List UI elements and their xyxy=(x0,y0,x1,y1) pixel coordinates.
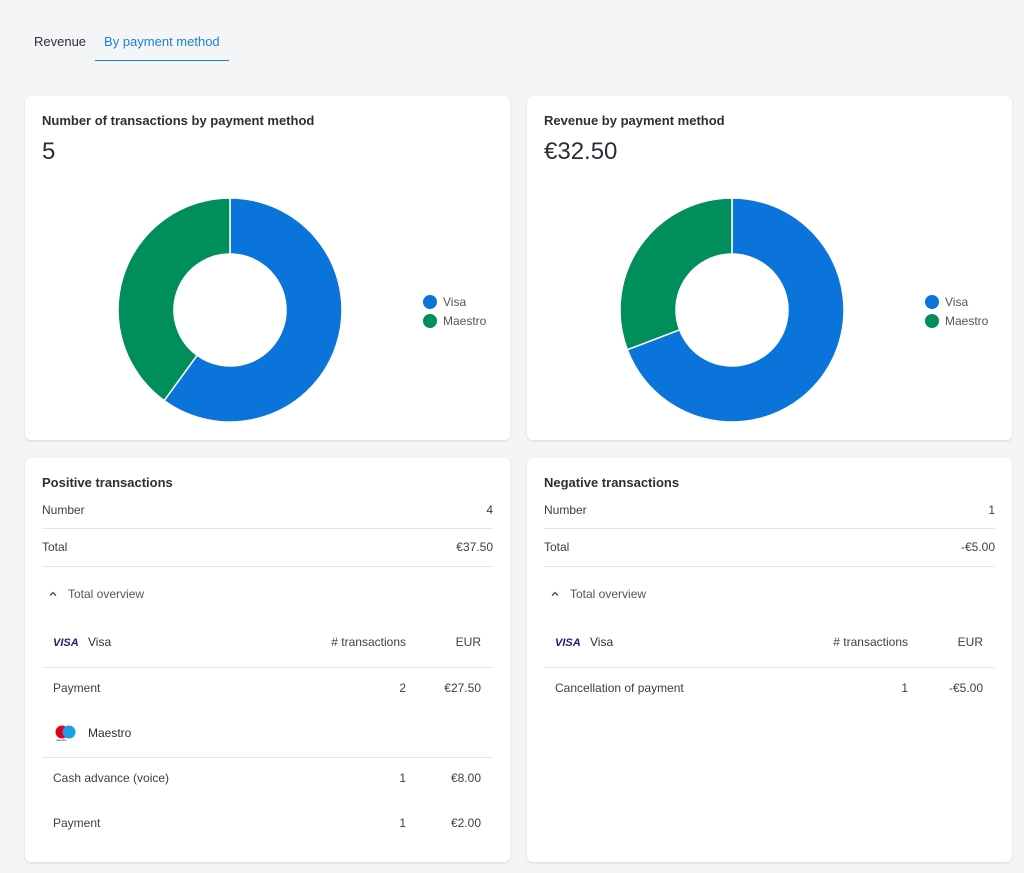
row-amount: €27.50 xyxy=(444,681,481,695)
legend-dot-visa xyxy=(925,294,939,309)
row-label: Number xyxy=(42,503,85,517)
chart-legend: Visa Maestro xyxy=(423,292,486,330)
divider xyxy=(544,667,995,668)
revenue-by-method-card: Revenue by payment method €32.50 Visa Ma… xyxy=(527,96,1012,440)
card-title: Number of transactions by payment method xyxy=(42,113,315,128)
legend-item-visa[interactable]: Visa xyxy=(925,292,988,311)
transactions-by-method-card: Number of transactions by payment method… xyxy=(25,96,510,440)
tab-bar: Revenue By payment method xyxy=(25,26,229,62)
svg-text:VISA: VISA xyxy=(53,637,79,649)
divider xyxy=(42,667,493,668)
divider xyxy=(42,528,493,529)
divider xyxy=(42,757,493,758)
chart-legend: Visa Maestro xyxy=(925,292,988,330)
negative-transactions-card: Negative transactions Number 1 Total -€5… xyxy=(527,458,1012,862)
svg-text:maestro: maestro xyxy=(56,738,67,742)
column-header-count: # transactions xyxy=(331,635,406,649)
table-row: Cancellation of payment 1 -€5.00 xyxy=(555,681,983,701)
legend-dot-maestro xyxy=(423,313,437,328)
card-title: Positive transactions xyxy=(42,475,173,490)
transactions-count: 5 xyxy=(42,138,56,165)
row-value: 1 xyxy=(988,503,995,517)
number-row: Number 1 xyxy=(544,503,995,517)
revenue-donut-chart xyxy=(619,197,845,423)
total-overview-toggle[interactable]: Total overview xyxy=(49,587,144,601)
row-label: Number xyxy=(544,503,587,517)
row-name: Cancellation of payment xyxy=(555,681,684,695)
brand-name: Visa xyxy=(88,635,112,649)
maestro-logo-icon: maestro xyxy=(55,725,76,742)
svg-text:VISA: VISA xyxy=(555,637,581,649)
card-title: Revenue by payment method xyxy=(544,113,725,128)
row-count: 1 xyxy=(901,681,908,695)
row-amount: -€5.00 xyxy=(948,681,983,695)
chevron-up-icon xyxy=(49,591,57,596)
tab-by-payment-method[interactable]: By payment method xyxy=(95,26,229,61)
divider xyxy=(544,528,995,529)
revenue-total: €32.50 xyxy=(544,138,618,165)
brand-name: Visa xyxy=(590,635,614,649)
legend-item-visa[interactable]: Visa xyxy=(423,292,486,311)
legend-item-maestro[interactable]: Maestro xyxy=(423,311,486,330)
row-amount: €8.00 xyxy=(450,771,481,785)
chevron-up-icon xyxy=(551,591,559,596)
row-count: 2 xyxy=(399,681,406,695)
brand-header-visa: VISA Visa # transactions EUR xyxy=(53,635,481,655)
total-overview-toggle[interactable]: Total overview xyxy=(551,587,646,601)
total-overview-label: Total overview xyxy=(570,587,647,601)
row-value: €37.50 xyxy=(456,540,493,554)
legend-label: Maestro xyxy=(443,313,487,328)
row-count: 1 xyxy=(399,771,406,785)
number-row: Number 4 xyxy=(42,503,493,517)
visa-logo-icon: VISA xyxy=(555,637,581,649)
brand-header-maestro: maestro Maestro xyxy=(53,725,481,746)
table-row: Payment 2 €27.50 xyxy=(53,681,481,701)
total-row: Total €37.50 xyxy=(42,540,493,554)
total-row: Total -€5.00 xyxy=(544,540,995,554)
row-name: Payment xyxy=(53,816,101,830)
legend-item-maestro[interactable]: Maestro xyxy=(925,311,988,330)
total-overview-label: Total overview xyxy=(68,587,145,601)
visa-logo-icon: VISA xyxy=(53,637,79,649)
column-header-count: # transactions xyxy=(833,635,908,649)
table-row: Cash advance (voice) 1 €8.00 xyxy=(53,771,481,791)
row-label: Total xyxy=(42,540,68,554)
legend-dot-maestro xyxy=(925,313,939,328)
tab-revenue[interactable]: Revenue xyxy=(25,26,95,61)
legend-dot-visa xyxy=(423,294,437,309)
row-count: 1 xyxy=(399,816,406,830)
brand-name: Maestro xyxy=(88,726,132,740)
row-value: -€5.00 xyxy=(960,540,995,554)
row-label: Total xyxy=(544,540,570,554)
transactions-donut-chart xyxy=(117,197,343,423)
table-row: Payment 1 €2.00 xyxy=(53,816,481,836)
row-amount: €2.00 xyxy=(450,816,481,830)
row-name: Payment xyxy=(53,681,101,695)
row-name: Cash advance (voice) xyxy=(53,771,170,785)
positive-transactions-card: Positive transactions Number 4 Total €37… xyxy=(25,458,510,862)
card-title: Negative transactions xyxy=(544,475,680,490)
column-header-amount: EUR xyxy=(957,635,983,649)
brand-header-visa: VISA Visa # transactions EUR xyxy=(555,635,983,655)
slice-maestro[interactable] xyxy=(619,197,733,351)
legend-label: Visa xyxy=(443,294,467,309)
column-header-amount: EUR xyxy=(455,635,481,649)
row-value: 4 xyxy=(486,503,493,517)
divider xyxy=(42,566,493,567)
divider xyxy=(544,566,995,567)
legend-label: Maestro xyxy=(945,313,989,328)
legend-label: Visa xyxy=(945,294,969,309)
